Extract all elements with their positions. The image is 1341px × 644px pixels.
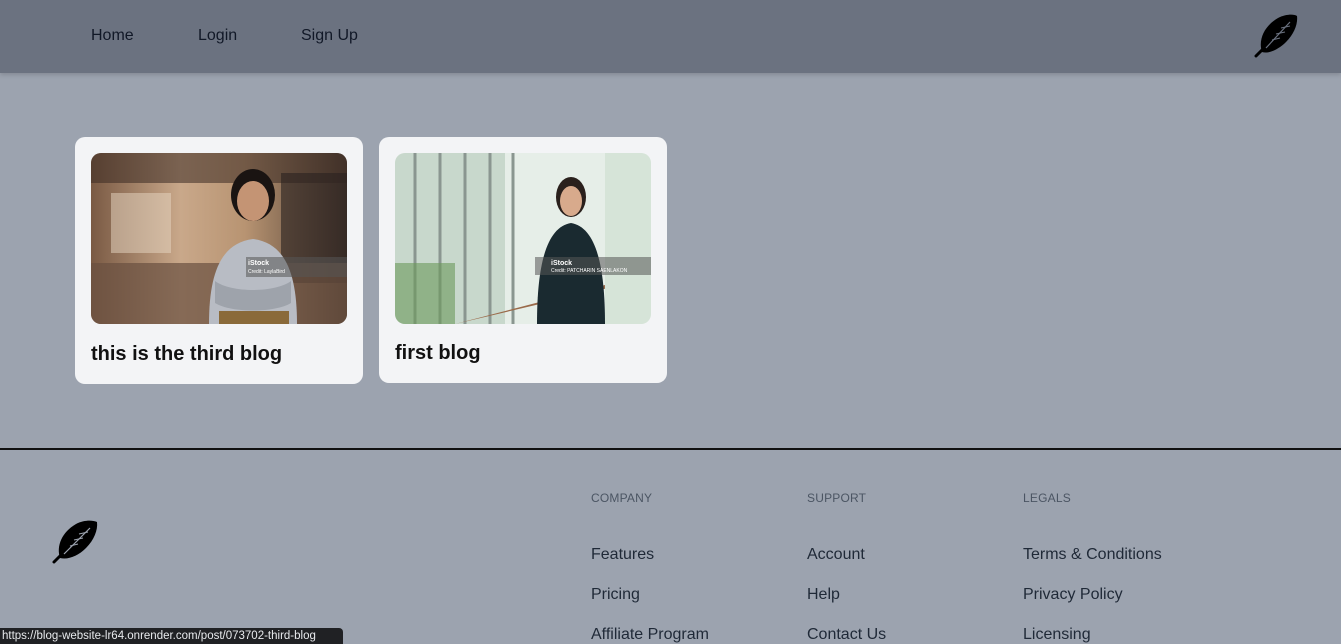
footer-column-support: SUPPORT Account Help Contact Us	[807, 491, 886, 644]
blog-card-image: iStock Credit: PATCHARIN SAENLAKON	[395, 153, 651, 324]
feather-icon[interactable]	[50, 514, 102, 566]
nav-login-link[interactable]: Login	[198, 27, 237, 45]
svg-text:iStock: iStock	[248, 260, 269, 267]
footer-heading: COMPANY	[591, 491, 653, 505]
link-status-bar: https://blog-website-lr64.onrender.com/p…	[0, 628, 343, 644]
nav-home-link[interactable]: Home	[91, 27, 134, 45]
footer-divider	[0, 448, 1341, 450]
footer-link-licensing[interactable]: Licensing	[1023, 626, 1162, 644]
svg-text:Credit: PATCHARIN SAENLAKON: Credit: PATCHARIN SAENLAKON	[551, 268, 628, 274]
footer-column-company: COMPANY Features Pricing Affiliate Progr…	[591, 491, 709, 644]
footer-link-privacy-policy[interactable]: Privacy Policy	[1023, 586, 1162, 604]
footer-link-pricing[interactable]: Pricing	[591, 586, 709, 604]
svg-text:Credit: LaylaBird: Credit: LaylaBird	[248, 269, 285, 275]
feather-icon[interactable]	[1248, 10, 1300, 62]
blog-card[interactable]: iStock Credit: PATCHARIN SAENLAKON first…	[379, 137, 667, 383]
footer-link-features[interactable]: Features	[591, 546, 709, 564]
footer-link-contact-us[interactable]: Contact Us	[807, 626, 886, 644]
footer-heading: SUPPORT	[807, 491, 867, 505]
navbar: Home Login Sign Up	[0, 0, 1341, 73]
nav-signup-link[interactable]: Sign Up	[301, 27, 358, 45]
blog-card-image: iStock Credit: LaylaBird	[91, 153, 347, 324]
svg-text:iStock: iStock	[551, 260, 572, 267]
footer-link-affiliate-program[interactable]: Affiliate Program	[591, 626, 709, 644]
footer-link-terms-conditions[interactable]: Terms & Conditions	[1023, 546, 1162, 564]
footer-heading: LEGALS	[1023, 491, 1071, 505]
blog-card-title[interactable]: this is the third blog	[91, 343, 282, 366]
footer-link-account[interactable]: Account	[807, 546, 886, 564]
blog-card[interactable]: iStock Credit: LaylaBird this is the thi…	[75, 137, 363, 384]
footer-link-help[interactable]: Help	[807, 586, 886, 604]
blog-card-title[interactable]: first blog	[395, 342, 481, 365]
footer-column-legals: LEGALS Terms & Conditions Privacy Policy…	[1023, 491, 1162, 644]
